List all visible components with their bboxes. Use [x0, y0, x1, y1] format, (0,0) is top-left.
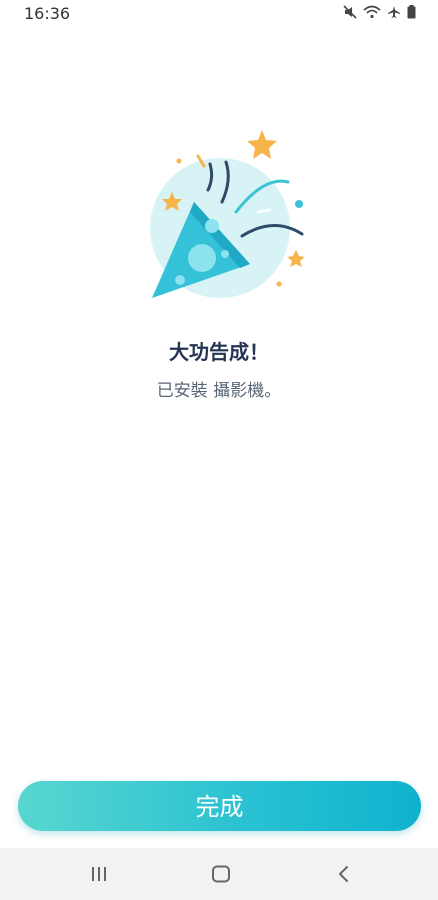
wifi-icon — [363, 5, 381, 19]
success-subtitle: 已安裝 攝影機。 — [156, 381, 282, 401]
recent-apps-button[interactable] — [69, 848, 129, 900]
battery-icon — [407, 5, 416, 19]
home-button[interactable] — [191, 848, 251, 900]
home-icon — [212, 865, 230, 883]
navigation-bar — [0, 848, 438, 900]
recent-apps-icon — [92, 867, 106, 881]
party-popper-icon — [150, 130, 305, 298]
status-icons — [343, 5, 416, 19]
status-time: 16:36 — [24, 4, 71, 23]
success-title: 大功告成！ — [169, 340, 269, 364]
done-button[interactable]: 完成 — [18, 781, 421, 831]
party-popper-illustration — [146, 128, 310, 304]
status-bar: 16:36 — [0, 0, 438, 28]
back-icon — [339, 866, 348, 882]
airplane-icon — [387, 5, 401, 19]
mute-icon — [343, 5, 357, 19]
back-button[interactable] — [314, 848, 374, 900]
